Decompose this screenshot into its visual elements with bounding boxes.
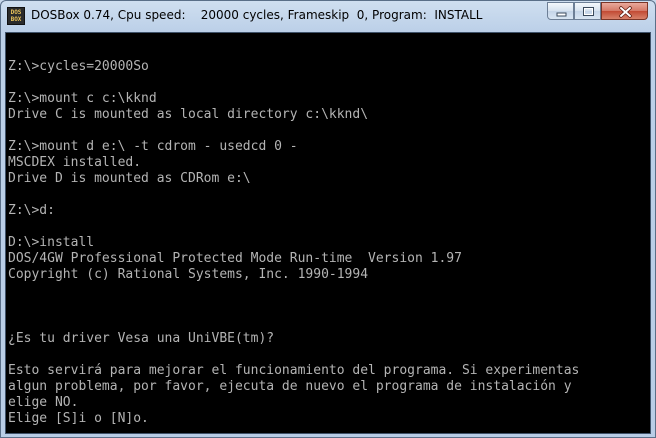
- console-line: Z:\>mount c c:\kknd: [8, 91, 157, 106]
- console-line: algun problema, por favor, ejecuta de nu…: [8, 379, 572, 394]
- console-line: Drive C is mounted as local directory c:…: [8, 107, 369, 122]
- minimize-button[interactable]: [547, 2, 574, 20]
- console-line: Drive D is mounted as CDRom e:\: [8, 171, 251, 186]
- console-line: Copyright (c) Rational Systems, Inc. 199…: [8, 267, 369, 282]
- dos-console[interactable]: Z:\>cycles=20000So Z:\>mount c c:\kknd D…: [5, 32, 651, 434]
- maximize-icon: [583, 7, 594, 16]
- console-line: Z:\>d:: [8, 203, 55, 218]
- console-line: ¿Es tu driver Vesa una UniVBE(tm)?: [8, 331, 275, 346]
- window-title: DOSBox 0.74, Cpu speed: 20000 cycles, Fr…: [31, 8, 483, 22]
- close-button[interactable]: [601, 2, 648, 20]
- close-icon: [619, 6, 632, 18]
- dosbox-window: DOS BOX DOSBox 0.74, Cpu speed: 20000 cy…: [0, 0, 656, 438]
- console-line: MSCDEX installed.: [8, 155, 142, 170]
- console-line: DOS/4GW Professional Protected Mode Run-…: [8, 251, 462, 266]
- title-bar[interactable]: DOS BOX DOSBox 0.74, Cpu speed: 20000 cy…: [1, 1, 655, 31]
- maximize-button[interactable]: [574, 2, 601, 20]
- console-line: Elige [S]i o [N]o.: [8, 411, 149, 426]
- console-line: Z:\>mount d e:\ -t cdrom - usedcd 0 -: [8, 139, 298, 154]
- console-line: Esto servirá para mejorar el funcionamie…: [8, 363, 580, 378]
- console-line: elige NO.: [8, 395, 79, 410]
- dosbox-app-icon[interactable]: DOS BOX: [7, 7, 25, 25]
- console-line: D:\>install: [8, 235, 95, 250]
- console-line: Z:\>cycles=20000So: [8, 59, 149, 74]
- minimize-icon: [556, 12, 567, 17]
